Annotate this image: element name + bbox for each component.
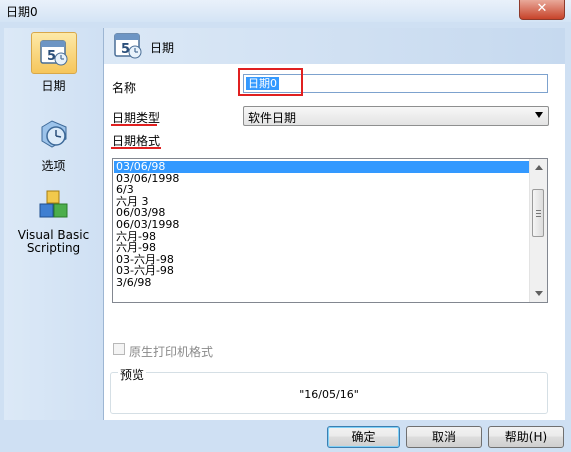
list-item[interactable]: 6/3 <box>114 184 530 196</box>
date-type-select[interactable]: 软件日期 <box>243 106 549 126</box>
sidebar-item-date[interactable]: 5 日期 <box>4 32 103 94</box>
page-title: 日期 <box>150 41 175 55</box>
preview-label: 预览 <box>118 366 147 383</box>
list-item[interactable]: 03-六月-98 <box>114 265 530 277</box>
list-item[interactable]: 六月 3 <box>114 196 530 208</box>
date-format-list[interactable]: 03/06/98 03/06/1998 6/3 六月 3 06/03/98 06… <box>112 158 548 303</box>
grip-line <box>536 216 541 217</box>
grip-line <box>536 213 541 214</box>
chevron-down-icon <box>535 291 543 296</box>
window-title: 日期0 <box>6 5 38 19</box>
list-item[interactable]: 03/06/1998 <box>114 172 530 185</box>
close-icon: ✕ <box>536 1 548 16</box>
sidebar-item-label: Visual Basic Scripting <box>17 228 90 255</box>
name-label: 名称 <box>112 81 137 95</box>
list-item[interactable]: 06/03/1998 <box>114 219 530 231</box>
preview-value: "16/05/16" <box>299 388 359 401</box>
vertical-scrollbar[interactable] <box>529 159 547 302</box>
sidebar-item-label: 日期 <box>41 79 66 93</box>
scroll-up-button[interactable] <box>530 159 547 176</box>
annotation-underline <box>111 147 161 149</box>
svg-text:5: 5 <box>47 49 56 64</box>
title-bar: 日期0 ✕ <box>0 0 571 23</box>
chevron-down-icon <box>535 112 543 118</box>
list-item[interactable]: 3/6/98 <box>114 277 530 289</box>
grip-line <box>536 210 541 211</box>
scroll-down-button[interactable] <box>530 285 547 302</box>
list-item[interactable]: 六月-98 <box>114 230 530 243</box>
scroll-thumb[interactable] <box>532 189 544 237</box>
page-header: 5 日期 <box>104 28 565 64</box>
options-clock-icon <box>41 120 66 148</box>
native-print-label: 原生打印机格式 <box>129 345 214 359</box>
sidebar-item-vbscript[interactable]: Visual Basic Scripting <box>4 186 103 255</box>
list-item[interactable]: 03-六月-98 <box>114 254 530 266</box>
ok-button[interactable]: 确定 <box>327 426 400 448</box>
date-format-items: 03/06/98 03/06/1998 6/3 六月 3 06/03/98 06… <box>114 161 530 289</box>
svg-text:5: 5 <box>121 42 130 57</box>
native-print-checkbox[interactable] <box>113 343 125 355</box>
chevron-up-icon <box>535 165 543 170</box>
close-button[interactable]: ✕ <box>519 0 565 20</box>
sidebar-item-options[interactable]: 选项 <box>4 114 103 174</box>
help-button[interactable]: 帮助(H) <box>488 426 564 448</box>
annotation-red-box <box>238 68 303 96</box>
date-type-value: 软件日期 <box>248 111 297 125</box>
vbscript-cubes-icon <box>39 190 67 218</box>
list-item[interactable]: 03/06/98 <box>114 161 530 173</box>
calendar-icon: 5 <box>114 33 142 59</box>
sidebar-item-label: 选项 <box>41 159 66 173</box>
list-item[interactable]: 六月-98 <box>114 242 530 254</box>
sidebar: 5 日期 选项 Visual Basic Scripting <box>4 28 104 420</box>
cancel-button[interactable]: 取消 <box>406 426 482 448</box>
annotation-underline <box>111 124 157 126</box>
calendar-icon: 5 <box>39 40 67 66</box>
preview-group: "16/05/16" <box>110 372 548 414</box>
